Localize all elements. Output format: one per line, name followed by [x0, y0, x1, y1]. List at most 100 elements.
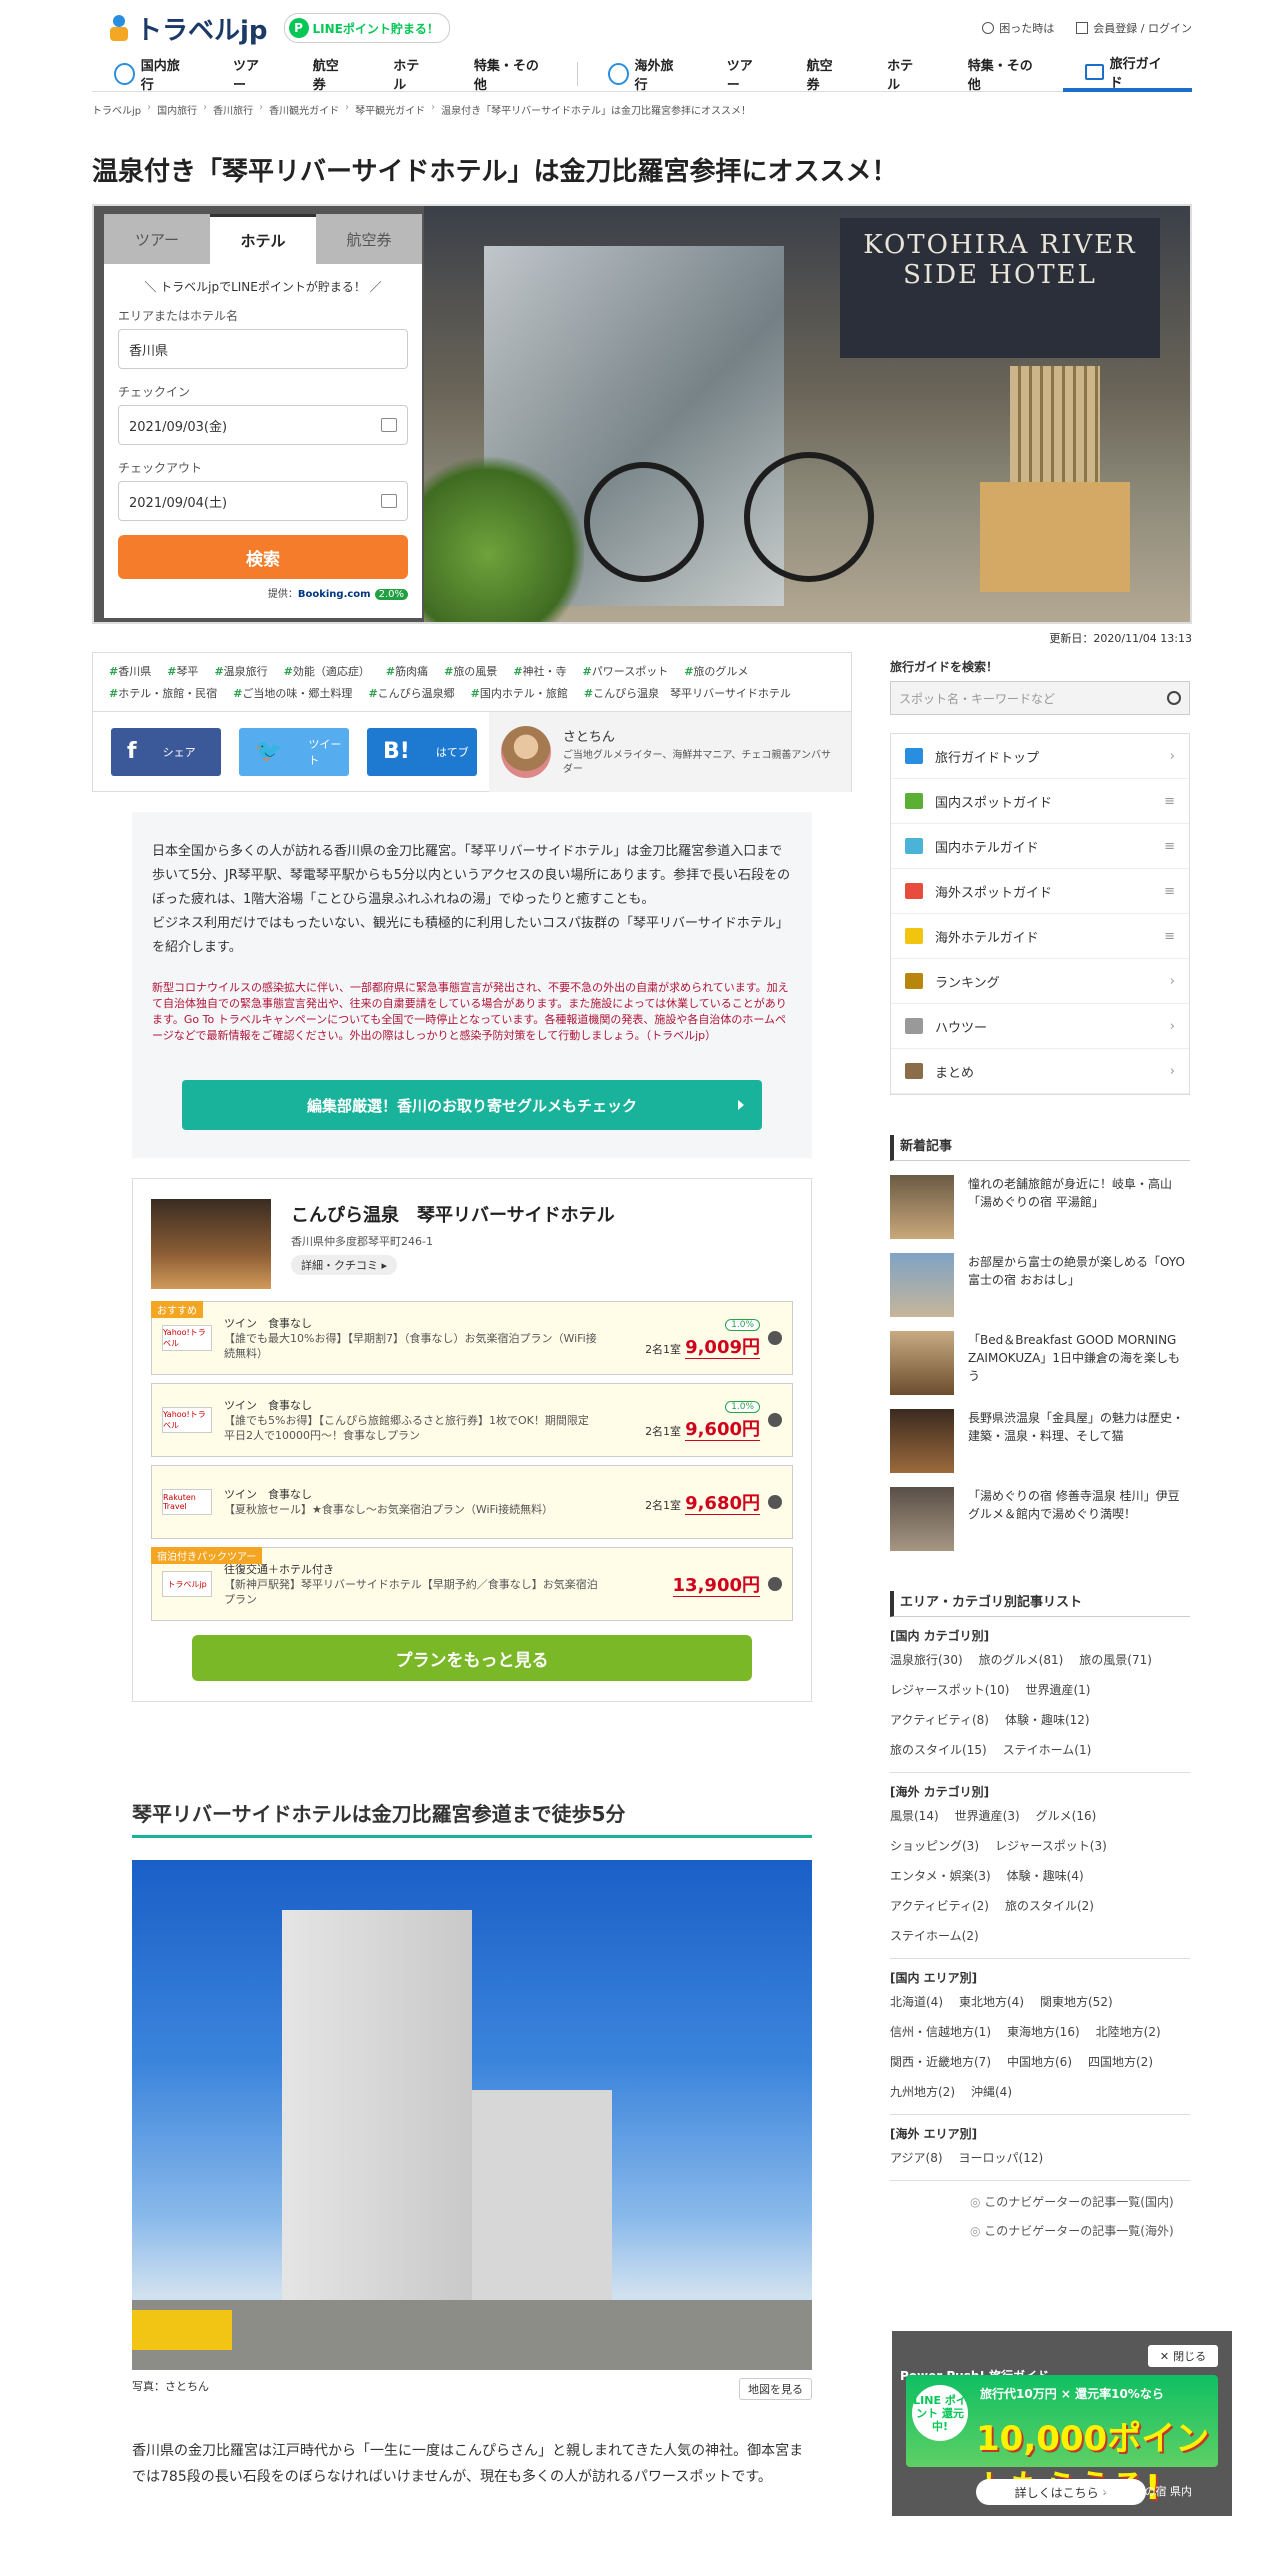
category-link[interactable]: 世界遺産(3) — [955, 1806, 1020, 1826]
checkout-input[interactable]: 2021/09/04(土) — [118, 481, 408, 521]
category-link[interactable]: 体験・趣味(12) — [1005, 1710, 1090, 1730]
nav-travel-guide[interactable]: 旅行ガイド — [1062, 56, 1192, 92]
twitter-share-button[interactable]: 🐦 ツイート — [239, 727, 349, 776]
tag[interactable]: ホテル・旅館・民宿 — [109, 685, 217, 701]
guide-search-input[interactable]: スポット名・キーワードなど — [890, 681, 1190, 715]
tab-air[interactable]: 航空券 — [316, 214, 422, 264]
nav-domestic-special[interactable]: 特集・その他 — [452, 56, 569, 93]
line-points-pill[interactable]: P LINEポイント貯まる！ — [283, 13, 450, 43]
category-link[interactable]: 東北地方(4) — [959, 1992, 1024, 2012]
search-button[interactable]: 検索 — [118, 535, 408, 579]
calendar-icon[interactable] — [381, 418, 397, 432]
site-logo[interactable]: トラベルjp — [108, 10, 268, 47]
tag[interactable]: 神社・寺 — [513, 663, 567, 679]
plan-row[interactable]: 宿泊付きパックツアー トラベルjp 往復交通＋ホテル付き 【新神戸駅発】琴平リバー… — [151, 1547, 793, 1621]
tag[interactable]: 香川県 — [109, 663, 151, 679]
category-link[interactable]: 温泉旅行(30) — [890, 1650, 963, 1670]
menu-matome[interactable]: まとめ › — [891, 1049, 1189, 1094]
nav-overseas-tour[interactable]: ツアー — [705, 56, 785, 93]
checkin-input[interactable]: 2021/09/03(金) — [118, 405, 408, 445]
menu-domestic-hotel[interactable]: 国内ホテルガイド ≡ — [891, 824, 1189, 869]
category-link[interactable]: 信州・信越地方(1) — [890, 2022, 991, 2042]
tab-hotel[interactable]: ホテル — [210, 214, 316, 264]
tag[interactable]: 旅の風景 — [444, 663, 497, 679]
category-link[interactable]: アジア(8) — [890, 2148, 943, 2168]
gourmet-button[interactable]: 編集部厳選！香川のお取り寄せグルメもチェック — [182, 1080, 762, 1130]
category-link[interactable]: 旅の風景(71) — [1079, 1650, 1152, 1670]
menu-howto[interactable]: ハウツー › — [891, 1004, 1189, 1049]
category-link[interactable]: 中国地方(6) — [1007, 2052, 1072, 2072]
area-input[interactable]: 香川県 — [118, 329, 408, 369]
category-link[interactable]: ショッピング(3) — [890, 1836, 979, 1856]
search-icon[interactable] — [1167, 691, 1181, 705]
more-plans-button[interactable]: プランをもっと見る — [192, 1635, 752, 1681]
plan-row[interactable]: Yahoo!トラベル ツイン 食事なし 【誰でも5%お得】【こんぴら旅館郷ふるさと… — [151, 1383, 793, 1457]
category-link[interactable]: 北陸地方(2) — [1096, 2022, 1161, 2042]
calendar-icon[interactable] — [381, 494, 397, 508]
navigator-articles-domestic[interactable]: このナビゲーターの記事一覧(国内) — [970, 2193, 1190, 2210]
category-link[interactable]: 北海道(4) — [890, 1992, 943, 2012]
navigator-articles-overseas[interactable]: このナビゲーターの記事一覧(海外) — [970, 2222, 1190, 2239]
tag[interactable]: こんぴら温泉郷 — [368, 685, 455, 701]
tag[interactable]: 筋肉痛 — [386, 663, 428, 679]
review-button[interactable]: 詳細・クチコミ ▸ — [291, 1255, 398, 1275]
nav-overseas[interactable]: 海外旅行 — [586, 56, 705, 93]
category-link[interactable]: 旅のスタイル(2) — [1005, 1896, 1094, 1916]
tag[interactable]: ご当地の味・郷土料理 — [233, 685, 352, 701]
category-link[interactable]: 風景(14) — [890, 1806, 939, 1826]
category-link[interactable]: グルメ(16) — [1036, 1806, 1097, 1826]
menu-ranking[interactable]: ランキング › — [891, 959, 1189, 1004]
plan-row[interactable]: おすすめ Yahoo!トラベル ツイン 食事なし 【誰でも最大10%お得】【早期割… — [151, 1301, 793, 1375]
nav-domestic-tour[interactable]: ツアー — [211, 56, 291, 93]
menu-overseas-hotel[interactable]: 海外ホテルガイド ≡ — [891, 914, 1189, 959]
news-item[interactable]: 「湯めぐりの宿 修善寺温泉 桂川」伊豆グルメ＆館内で湯めぐり満喫！ — [890, 1487, 1190, 1551]
category-link[interactable]: アクティビティ(8) — [890, 1710, 989, 1730]
crumb-link[interactable]: 香川旅行 — [213, 102, 253, 117]
tag[interactable]: 琴平 — [167, 663, 198, 679]
tag[interactable]: パワースポット — [583, 663, 668, 679]
news-item[interactable]: 憧れの老舗旅館が身近に！岐阜・高山「湯めぐりの宿 平湯館」 — [890, 1175, 1190, 1239]
category-link[interactable]: アクティビティ(2) — [890, 1896, 989, 1916]
tag[interactable]: 温泉旅行 — [214, 663, 268, 679]
hotel-name[interactable]: こんぴら温泉 琴平リバーサイドホテル — [291, 1201, 615, 1227]
category-link[interactable]: レジャースポット(3) — [995, 1836, 1107, 1856]
category-link[interactable]: 旅のスタイル(15) — [890, 1740, 987, 1760]
news-item[interactable]: 長野県渋温泉「金具屋」の魅力は歴史・建築・温泉・料理、そして猫 — [890, 1409, 1190, 1473]
tag[interactable]: こんぴら温泉 琴平リバーサイドホテル — [584, 685, 791, 701]
map-button[interactable]: 地図を見る — [739, 2378, 812, 2400]
nav-overseas-hotel[interactable]: ホテル — [865, 56, 946, 93]
tag[interactable]: 国内ホテル・旅館 — [471, 685, 568, 701]
nav-overseas-air[interactable]: 航空券 — [785, 56, 866, 93]
author-card[interactable]: さとちん ご当地グルメライター、海鮮丼マニア、チェコ親善アンバサダー — [489, 711, 851, 792]
category-link[interactable]: ヨーロッパ(12) — [959, 2148, 1044, 2168]
menu-domestic-spot[interactable]: 国内スポットガイド ≡ — [891, 779, 1189, 824]
crumb-link[interactable]: トラベルjp — [92, 102, 141, 117]
category-link[interactable]: 四国地方(2) — [1088, 2052, 1153, 2072]
promo-banner[interactable]: LINE ポイント 還元中! 旅行代10万円 × 還元率10%なら 10,000… — [906, 2375, 1218, 2508]
crumb-link[interactable]: 琴平観光ガイド — [355, 102, 425, 117]
category-link[interactable]: 九州地方(2) — [890, 2082, 955, 2102]
category-link[interactable]: 世界遺産(1) — [1025, 1680, 1090, 1700]
tag[interactable]: 旅のグルメ — [684, 663, 748, 679]
category-link[interactable]: エンタメ・娯楽(3) — [890, 1866, 991, 1886]
category-link[interactable]: ステイホーム(2) — [890, 1926, 979, 1946]
tag[interactable]: 効能（適応症） — [284, 663, 370, 679]
facebook-share-button[interactable]: f シェア — [111, 727, 221, 776]
category-link[interactable]: ステイホーム(1) — [1003, 1740, 1092, 1760]
close-button[interactable]: ✕ 閉じる — [1148, 2345, 1218, 2367]
nav-domestic-air[interactable]: 航空券 — [291, 56, 372, 93]
login-link[interactable]: 会員登録 / ログイン — [1076, 20, 1192, 36]
nav-overseas-special[interactable]: 特集・その他 — [946, 56, 1063, 93]
menu-overseas-spot[interactable]: 海外スポットガイド ≡ — [891, 869, 1189, 914]
category-link[interactable]: 関西・近畿地方(7) — [890, 2052, 991, 2072]
nav-domestic[interactable]: 国内旅行 — [92, 56, 211, 93]
news-item[interactable]: お部屋から富士の絶景が楽しめる「OYO 富士の宿 おおはし」 — [890, 1253, 1190, 1317]
category-link[interactable]: 沖縄(4) — [971, 2082, 1012, 2102]
hatena-share-button[interactable]: B! はてブ — [367, 727, 477, 776]
category-link[interactable]: 東海地方(16) — [1007, 2022, 1080, 2042]
category-link[interactable]: 関東地方(52) — [1040, 1992, 1113, 2012]
nav-domestic-hotel[interactable]: ホテル — [371, 56, 452, 93]
tab-tour[interactable]: ツアー — [104, 214, 210, 264]
help-link[interactable]: 困った時は — [982, 20, 1054, 36]
plan-row[interactable]: Rakuten Travel ツイン 食事なし 【夏秋旅セール】★食事なし〜お気楽… — [151, 1465, 793, 1539]
